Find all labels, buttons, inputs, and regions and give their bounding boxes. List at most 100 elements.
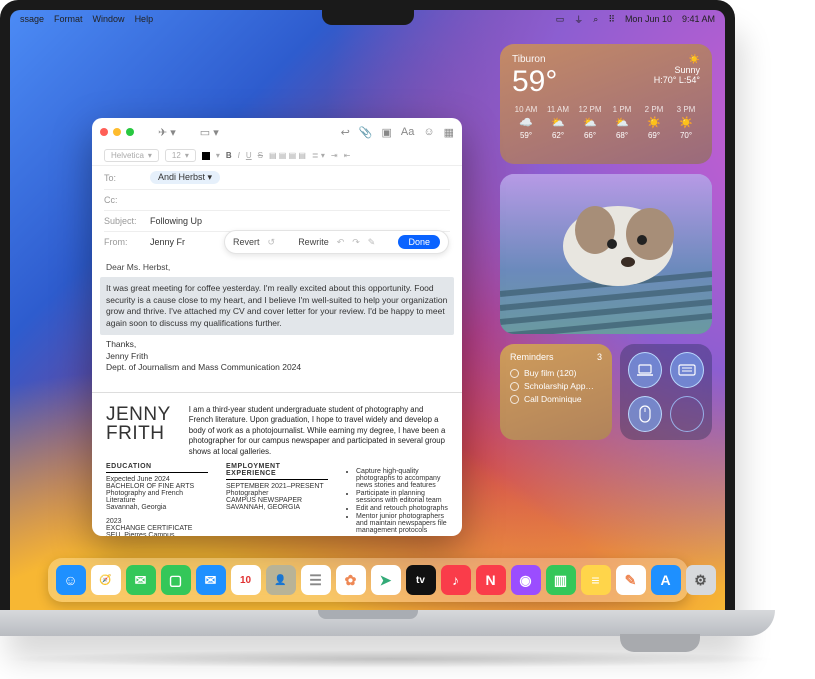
photo-icon[interactable]: ▦ [444,126,454,139]
weather-hi: H:70° [654,75,677,85]
photos-widget[interactable] [500,174,712,334]
strike-button[interactable]: S [258,151,263,160]
dock-app-podcasts[interactable]: ◉ [511,565,541,595]
align-buttons[interactable]: ▤ ▤ ▤ ▤ [269,151,306,160]
reminder-item[interactable]: Buy film (120) [510,368,602,378]
from-label: From: [104,237,144,247]
wifi-icon[interactable]: ⏚ [574,13,583,26]
dock-app-numbers[interactable]: ▥ [546,565,576,595]
duties-column: Capture high-quality photographs to acco… [346,463,448,536]
revert-history-icon[interactable]: ↺ [268,237,276,248]
dock-app-maps[interactable]: ➤ [371,565,401,595]
from-field-row[interactable]: From: Jenny Fr Revert ↺ Rewrite ↶ ↷ ✎ Do… [104,232,450,252]
menu-window[interactable]: Window [93,14,125,24]
dock-app-notes[interactable]: ≡ [581,565,611,595]
undo-icon[interactable]: ↶ [337,237,345,248]
cc-label: Cc: [104,195,144,205]
desktop: ssage Format Window Help ▭ ⏚ ⌕ ⠿ Mon Jun… [10,10,725,610]
writing-tools-bar: Revert ↺ Rewrite ↶ ↷ ✎ Done [224,230,449,254]
dock-app-reminders[interactable]: ☰ [301,565,331,595]
dock-app-calendar[interactable]: 10 [231,565,261,595]
control-center-icon[interactable]: ⠿ [608,14,615,25]
weather-hour: 3 PM☀️70° [672,105,700,140]
shortcut-keyboard-icon[interactable] [670,352,704,388]
education-column: EDUCATION Expected June 2024BACHELOR OF … [106,463,208,536]
dock-app-finder[interactable]: ☺ [56,565,86,595]
dock-app-news[interactable]: N [476,565,506,595]
menu-message[interactable]: ssage [20,14,44,24]
dock-app-facetime[interactable]: ▢ [161,565,191,595]
shortcuts-widget[interactable] [620,344,712,440]
redo-icon[interactable]: ↷ [352,237,360,248]
attach-icon[interactable]: 📎 [359,126,373,139]
shortcut-laptop-icon[interactable] [628,352,662,388]
weather-hour: 2 PM☀️69° [640,105,668,140]
link-icon[interactable]: ▣ [381,126,391,139]
list-button[interactable]: ≣ ▾ [312,151,325,160]
from-value[interactable]: Jenny Fr [150,237,185,247]
format-icon[interactable]: Aa [401,126,414,138]
to-field-row[interactable]: To: Andi Herbst ▾ [104,166,450,190]
dock-app-appstore[interactable]: A [651,565,681,595]
menu-format[interactable]: Format [54,14,83,24]
close-button[interactable] [100,128,108,136]
rewrite-button[interactable]: Rewrite [298,237,329,247]
search-icon[interactable]: ⌕ [593,14,598,25]
battery-icon[interactable]: ▭ [556,14,565,25]
resume-attachment[interactable]: JENNY FRITH I am a third-year student un… [92,392,462,458]
reminder-item[interactable]: Call Dominique [510,394,602,404]
employment-heading: EMPLOYMENT EXPERIENCE [226,463,328,480]
dock-app-safari[interactable]: 🧭 [91,565,121,595]
zoom-button[interactable] [126,128,134,136]
dock-app-photos[interactable]: ✿ [336,565,366,595]
dock-app-messages[interactable]: ✉ [126,565,156,595]
greeting-text: Dear Ms. Herbst, [106,262,448,273]
indent-right-button[interactable]: ⇥ [331,151,338,160]
subject-value[interactable]: Following Up [150,216,202,226]
font-size-select[interactable]: 12 ▾ [165,149,196,162]
subject-field-row[interactable]: Subject: Following Up [104,211,450,232]
shortcut-empty[interactable] [670,396,704,432]
resume-name: JENNY FRITH [106,405,171,443]
reminder-item[interactable]: Scholarship App… [510,381,602,391]
weather-widget[interactable]: Tiburon 59° ☀️ Sunny H:70° L:54° 10 AM☁️… [500,44,712,164]
shortcut-mouse-icon[interactable] [628,396,662,432]
mail-body[interactable]: Dear Ms. Herbst, It was great meeting fo… [92,252,462,384]
dock-app-mail[interactable]: ✉ [196,565,226,595]
to-label: To: [104,173,144,183]
chevron-down-icon[interactable]: ▾ [216,151,220,160]
photo-image [500,174,712,334]
reminders-count: 3 [597,352,602,362]
revert-button[interactable]: Revert [233,237,260,247]
resume-summary: I am a third-year student undergraduate … [189,405,448,458]
dock-app-settings[interactable]: ⚙ [686,565,716,595]
compose-icon[interactable]: ✎ [368,237,376,248]
dock-app-music[interactable]: ♪ [441,565,471,595]
dock-app-contacts[interactable]: 👤 [266,565,296,595]
minimize-button[interactable] [113,128,121,136]
subject-label: Subject: [104,216,144,226]
italic-button[interactable]: I [238,151,240,160]
dock-app-freeform[interactable]: ✎ [616,565,646,595]
bold-button[interactable]: B [226,151,232,160]
font-family-select[interactable]: Helvetica ▾ [104,149,159,162]
education-heading: EDUCATION [106,463,208,473]
menubar-date[interactable]: Mon Jun 10 [625,14,672,24]
dock-app-tv[interactable]: tv [406,565,436,595]
window-titlebar[interactable]: ✈︎ ▾ ▭ ▾ ↩︎ 📎 ▣ Aa ☺ ▦ [92,118,462,146]
send-icon[interactable]: ✈︎ ▾ [158,126,176,139]
done-button[interactable]: Done [398,235,440,249]
reply-icon[interactable]: ↩︎ [341,126,350,139]
font-color-swatch[interactable] [202,152,210,160]
cc-field-row[interactable]: Cc: [104,190,450,211]
menubar-time[interactable]: 9:41 AM [682,14,715,24]
emoji-icon[interactable]: ☺ [423,126,434,138]
header-fields-icon[interactable]: ▭ ▾ [200,126,219,139]
weather-hour: 10 AM☁️59° [512,105,540,140]
reminders-widget[interactable]: Reminders 3 Buy film (120)Scholarship Ap… [500,344,612,440]
indent-left-button[interactable]: ⇤ [344,151,351,160]
to-recipient-pill[interactable]: Andi Herbst ▾ [150,171,220,184]
underline-button[interactable]: U [246,151,252,160]
weather-hour: 1 PM⛅68° [608,105,636,140]
menu-help[interactable]: Help [135,14,154,24]
